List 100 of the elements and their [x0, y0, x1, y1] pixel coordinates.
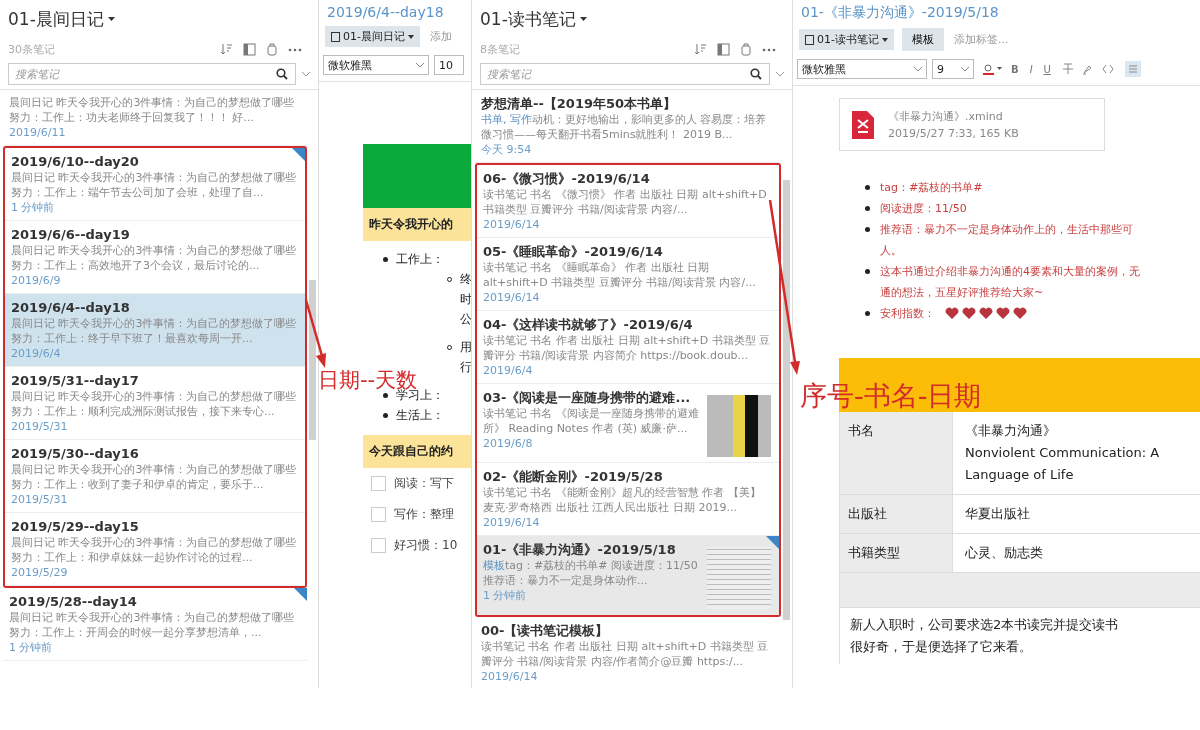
bullet-icon	[383, 257, 388, 262]
note-title: 02-《能断金刚》-2019/5/28	[483, 468, 664, 485]
notebook-button[interactable]: 01-读书笔记	[799, 29, 894, 50]
note-date: 1 分钟前	[9, 640, 54, 655]
scrollbar-thumb[interactable]	[783, 180, 790, 620]
notebook-title[interactable]: 01-晨间日记	[8, 8, 310, 30]
size-select[interactable]: 9	[932, 59, 974, 79]
format-button[interactable]: U	[1040, 63, 1054, 75]
note-title: 01-《非暴力沟通》-2019/5/18	[483, 541, 677, 558]
note-item[interactable]: 2019/5/28--day14 晨间日记 昨天令我开心的3件事情：为自己的梦想做了哪些努力：工作上：开周会的时候一起分享梦想清单，... 1 分钟前	[3, 588, 307, 661]
chevron-icon[interactable]	[302, 71, 310, 77]
task-text: 写作：整理	[394, 506, 454, 523]
note-item[interactable]: 05-《睡眠革命》-2019/6/14 读书笔记 书名 《睡眠革命》 作者 出版社 日期 alt+shift+D 书籍类型 豆瓣评分 书籍/阅读背景 内容/... 2019/6/14	[477, 238, 779, 311]
note-snippet: 晨间日记 昨天令我开心的3件事情：为自己的梦想做了哪些努力：工作上：终于早下班了！最喜欢每周一开...	[11, 316, 297, 346]
note-snippet: 晨间日记 昨天令我开心的3件事情：为自己的梦想做了哪些努力：工作上：开周会的时候一起分享梦想清单，...	[9, 610, 296, 640]
heart-icon	[979, 307, 993, 320]
scrollbar-thumb[interactable]	[309, 280, 316, 440]
strikethrough-icon[interactable]	[1062, 63, 1073, 75]
checkbox[interactable]	[371, 476, 386, 491]
note-date: 1 分钟前	[483, 588, 528, 603]
tag-field[interactable]: 添加标签...	[951, 32, 1046, 47]
attachment-card[interactable]: 《非暴力沟通》.xmind 2019/5/27 7:33, 165 KB	[839, 98, 1105, 151]
note-title: 2019/6/4--day18	[326, 3, 445, 22]
search-field[interactable]: 搜索笔记	[480, 63, 770, 85]
view-icon[interactable]	[243, 43, 256, 56]
note-item[interactable]: 03-《阅读是一座随身携带的避难... 读书笔记 书名 《阅读是一座随身携带的避难所》 Reading Notes 作者 (英) 威廉·萨... 2019/6/8	[477, 384, 779, 463]
heart-icon	[962, 307, 976, 320]
format-button[interactable]: I	[1026, 63, 1036, 75]
more-icon[interactable]	[288, 47, 302, 52]
note-count: 30条笔记	[8, 42, 55, 57]
file-icon	[852, 110, 874, 139]
note-item[interactable]: 01-《非暴力沟通》-2019/5/18 模板tag：#荔枝的书单# 阅读进度：11/50 推荐语：暴力不一定是身体动作... 1 分钟前	[477, 536, 779, 615]
note-item[interactable]: 00-【读书笔记模板】 读书笔记 书名 作者 出版社 日期 alt+shift+D 书籍类型 豆瓣评分 书籍/阅读背景 内容/作者简介@豆瓣 https:/... 2019/6/14	[475, 617, 781, 688]
note-item[interactable]: 06-《微习惯》-2019/6/14 读书笔记 书名 《微习惯》 作者 出版社 日期 alt+shift+D 书籍类型 豆瓣评分 书籍/阅读背景 内容/... 2019/6/14	[477, 165, 779, 238]
note-item[interactable]: 2019/5/29--day15 晨间日记 昨天令我开心的3件事情：为自己的梦想做了哪些努力：工作上：和伊卓妹妹一起协作讨论的过程... 2019/5/29	[5, 513, 305, 586]
note-date: 1 分钟前	[11, 200, 56, 215]
note-item[interactable]: 梦想清单--【2019年50本书单】 书单, 写作动机：更好地输出，影响更多的人 容易度：培养微习惯——每天翻开书看5mins就胜利！ 2019 B... 今天 9:54	[475, 90, 781, 163]
task-text: 阅读：写下	[394, 475, 454, 492]
reminder-icon[interactable]	[740, 43, 752, 56]
note-item[interactable]: 2019/5/30--day16 晨间日记 昨天令我开心的3件事情：为自己的梦想做了哪些努力：工作上：收到了妻子和伊卓的肯定，要乐于... 2019/5/31	[5, 440, 305, 513]
caret-icon	[107, 16, 115, 22]
font-select[interactable]: 微软雅黑	[797, 59, 927, 79]
note-title: 06-《微习惯》-2019/6/14	[483, 170, 651, 187]
notebook-icon	[805, 34, 814, 45]
note-date: 2019/6/14	[483, 217, 541, 232]
note-item[interactable]: 04-《这样读书就够了》-2019/6/4 读书笔记 书名 作者 出版社 日期 alt+shift+D 书籍类型 豆瓣评分 书籍/阅读背景 内容简介 https://book.doub... 2019/6/4	[477, 311, 779, 384]
note-date: 2019/6/4	[11, 346, 62, 361]
note-snippet: 晨间日记 昨天令我开心的3件事情：为自己的梦想做了哪些努力：工作上：和伊卓妹妹一起协作讨论的过程...	[11, 535, 297, 565]
size-select[interactable]: 10	[434, 55, 464, 75]
checkbox[interactable]	[371, 507, 386, 522]
sort-icon[interactable]	[220, 43, 233, 56]
font-select[interactable]: 微软雅黑	[323, 55, 429, 75]
note-item[interactable]: 2019/6/4--day18 晨间日记 昨天令我开心的3件事情：为自己的梦想做了哪些努力：工作上：终于早下班了！最喜欢每周一开... 2019/6/4	[5, 294, 305, 367]
bullet-icon	[865, 227, 870, 232]
tag-field[interactable]: 添加	[427, 29, 471, 44]
notebook-icon	[331, 31, 340, 42]
bullet-text: 终时公	[460, 271, 471, 328]
bullet-text: 推荐语：暴力不一定是身体动作上的，生活中那些可 人。	[880, 222, 1133, 259]
font-color-icon[interactable]	[983, 62, 1003, 76]
chevron-icon	[914, 66, 922, 72]
table-cell-text: 心灵、励志类	[964, 544, 1044, 562]
section-heading: 今天跟自己的约	[363, 435, 471, 468]
highlighter-icon[interactable]	[1081, 63, 1093, 75]
note-title: 04-《这样读书就够了》-2019/6/4	[483, 316, 694, 333]
search-icon[interactable]	[276, 68, 288, 80]
chevron-icon	[961, 66, 969, 72]
paragraph: 新人入职时，公司要求选2本书读完并提交读书 很好奇，于是便选择了它来看。	[849, 616, 1120, 656]
notebook-title[interactable]: 01-读书笔记	[480, 8, 784, 30]
attachment-meta: 2019/5/27 7:33, 165 KB	[888, 127, 1019, 140]
rating-label: 安利指数：	[880, 306, 935, 322]
view-icon[interactable]	[717, 43, 730, 56]
chevron-icon[interactable]	[776, 71, 784, 77]
code-icon[interactable]	[1101, 64, 1114, 74]
caret-icon	[407, 34, 414, 39]
template-button[interactable]: 模板	[901, 28, 944, 51]
note-snippet: 晨间日记 昨天令我开心的3件事情：为自己的梦想做了哪些努力：工作上：功夫老师终于回复我了！！！ 好...	[9, 95, 296, 125]
search-field[interactable]: 搜索笔记	[8, 63, 296, 85]
list-icon[interactable]	[1124, 61, 1141, 77]
format-button[interactable]: B	[1008, 63, 1022, 75]
sort-icon[interactable]	[694, 43, 707, 56]
reminder-icon[interactable]	[266, 43, 278, 56]
caret-icon	[579, 16, 587, 22]
note-item[interactable]: 2019/6/10--day20 晨间日记 昨天令我开心的3件事情：为自己的梦想做了哪些努力：工作上：端午节去公司加了会班，处理了自... 1 分钟前	[5, 148, 305, 221]
heart-icon	[1013, 307, 1027, 320]
checkbox[interactable]	[371, 538, 386, 553]
note-item[interactable]: 2019/5/31--day17 晨间日记 昨天令我开心的3件事情：为自己的梦想做了哪些努力：工作上：顺利完成洲际测试报告，接下来专心... 2019/5/31	[5, 367, 305, 440]
note-title: 2019/6/4--day18	[11, 299, 131, 316]
bullet-icon	[383, 393, 388, 398]
note-item[interactable]: 晨间日记 昨天令我开心的3件事情：为自己的梦想做了哪些努力：工作上：功夫老师终于回复我了！！！ 好... 2019/6/11	[3, 90, 307, 146]
table-cell: 书名	[840, 412, 953, 494]
note-snippet: 读书笔记 书名 作者 出版社 日期 alt+shift+D 书籍类型 豆瓣评分 书籍/阅读背景 内容/作者简介@豆瓣 https:/...	[481, 639, 770, 669]
bullet-icon	[383, 413, 388, 418]
table-cell-text: 华夏出版社	[964, 505, 1031, 523]
table-cell-text: 《非暴力沟通》 Nonviolent Communication: A Language of Life	[964, 422, 1161, 484]
note-date: 2019/6/14	[483, 290, 541, 305]
notebook-button[interactable]: 01-晨间日记	[325, 26, 420, 47]
note-title: 00-【读书笔记模板】	[481, 622, 610, 639]
heart-icon	[945, 307, 959, 320]
more-icon[interactable]	[762, 47, 776, 52]
search-icon[interactable]	[750, 68, 762, 80]
